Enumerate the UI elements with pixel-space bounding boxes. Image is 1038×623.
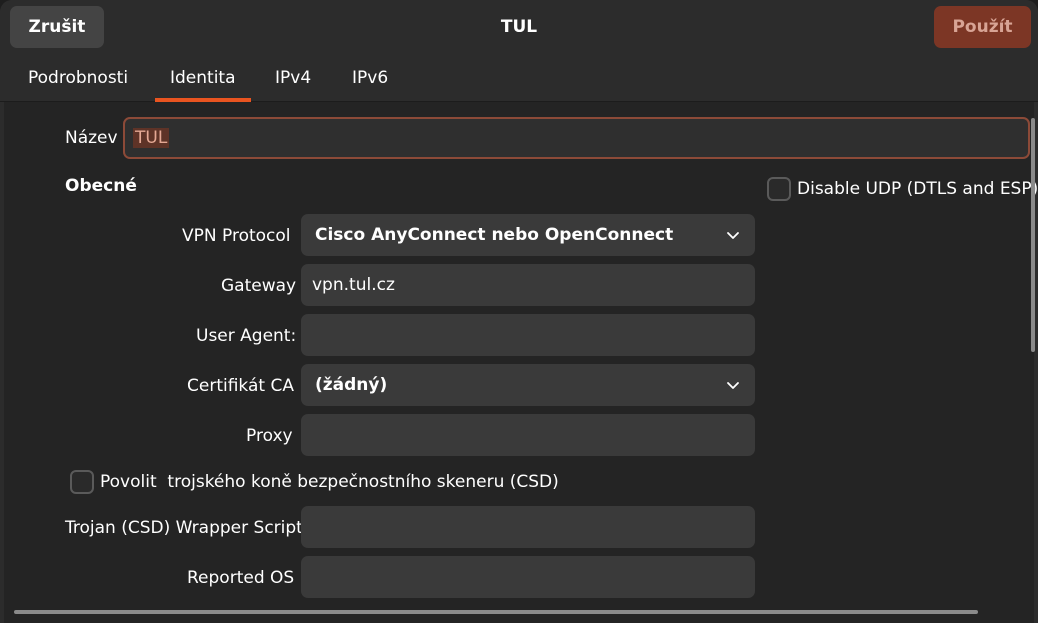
apply-button[interactable]: Použít [934, 6, 1031, 48]
section-title-general: Obecné [65, 176, 137, 196]
user-agent-label: User Agent: [196, 326, 297, 346]
vpn-settings-dialog: Zrušit TUL Použít Podrobnosti Identita I… [0, 0, 1038, 623]
gateway-label: Gateway [221, 276, 297, 296]
tab-ipv6[interactable]: IPv6 [352, 54, 388, 102]
cancel-button[interactable]: Zrušit [10, 6, 104, 48]
csd-checkbox[interactable] [70, 470, 94, 494]
gateway-value: vpn.tul.cz [312, 275, 395, 295]
reported-os-input[interactable] [301, 556, 755, 598]
vpn-protocol-value: Cisco AnyConnect nebo OpenConnect [315, 225, 674, 245]
name-input[interactable]: TUL [123, 117, 1030, 159]
header-bar: Zrušit TUL Použít [0, 0, 1038, 54]
tab-details[interactable]: Podrobnosti [28, 54, 128, 102]
tab-ipv4-label: IPv4 [275, 68, 312, 88]
disable-udp-label: Disable UDP (DTLS and ESP) [797, 179, 1038, 199]
chevron-down-icon [727, 232, 739, 239]
vpn-protocol-label: VPN Protocol [182, 226, 291, 246]
user-agent-input[interactable] [301, 314, 755, 356]
tab-ipv4[interactable]: IPv4 [275, 54, 311, 102]
proxy-label: Proxy [246, 426, 293, 446]
gateway-input[interactable]: vpn.tul.cz [301, 264, 755, 306]
vertical-scrollbar[interactable] [1031, 118, 1035, 352]
disable-udp-checkbox[interactable] [767, 177, 791, 201]
ca-cert-label: Certifikát CA [187, 376, 294, 396]
csd-wrapper-label: Trojan (CSD) Wrapper Script [65, 518, 303, 538]
proxy-input[interactable] [301, 414, 755, 456]
csd-wrapper-input[interactable] [301, 506, 755, 548]
tab-identity-label: Identita [170, 68, 236, 88]
chevron-down-icon [727, 382, 739, 389]
dialog-title: TUL [500, 17, 538, 37]
tab-ipv6-label: IPv6 [352, 68, 389, 88]
horizontal-scrollbar[interactable] [14, 610, 978, 614]
ca-cert-value: (žádný) [315, 375, 388, 395]
ca-cert-dropdown[interactable]: (žádný) [301, 364, 755, 406]
tab-details-label: Podrobnosti [28, 68, 129, 88]
vpn-protocol-dropdown[interactable]: Cisco AnyConnect nebo OpenConnect [301, 214, 755, 256]
reported-os-label: Reported OS [187, 568, 295, 588]
tab-identity[interactable]: Identita [155, 54, 251, 102]
tab-bar: Podrobnosti Identita IPv4 IPv6 [0, 54, 1038, 102]
identity-panel: Název TUL Obecné Disable UDP (DTLS and E… [4, 102, 1038, 623]
csd-label: Povolit trojského koně bezpečnostního sk… [100, 472, 559, 492]
name-label: Název [65, 128, 118, 148]
name-input-value: TUL [133, 128, 170, 148]
